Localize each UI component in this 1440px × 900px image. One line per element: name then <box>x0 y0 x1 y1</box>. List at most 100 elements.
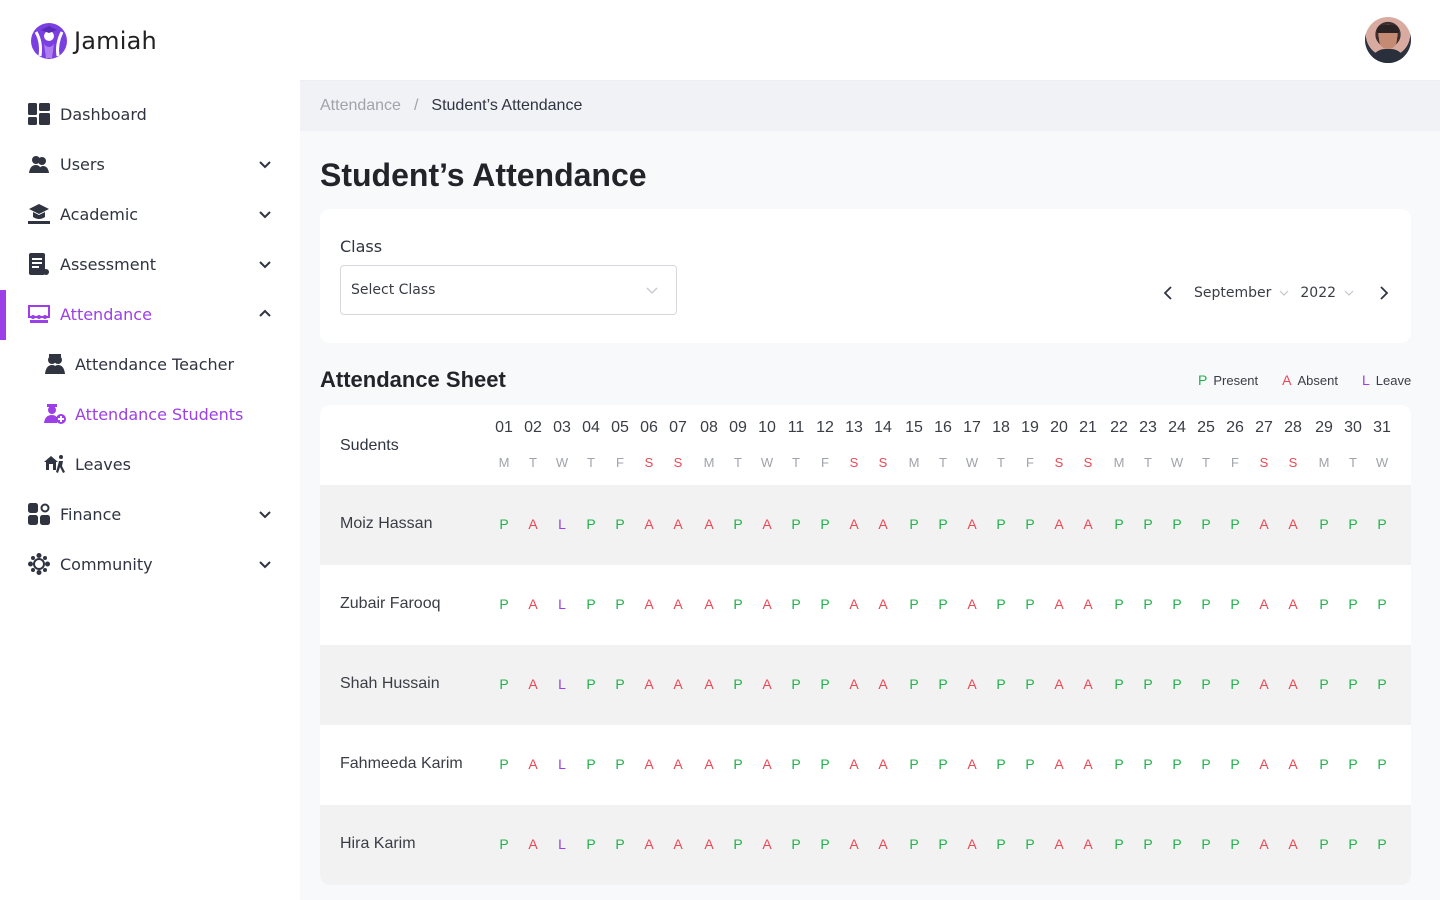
attendance-cell[interactable]: A <box>665 516 691 532</box>
attendance-cell[interactable]: P <box>607 516 633 532</box>
attendance-cell[interactable]: P <box>988 516 1014 532</box>
attendance-cell[interactable]: A <box>636 756 662 772</box>
attendance-cell[interactable]: P <box>1106 836 1132 852</box>
attendance-cell[interactable]: P <box>725 836 751 852</box>
attendance-cell[interactable]: P <box>1369 596 1395 612</box>
attendance-cell[interactable]: A <box>520 676 546 692</box>
attendance-cell[interactable]: A <box>696 756 722 772</box>
attendance-cell[interactable]: P <box>1369 676 1395 692</box>
attendance-cell[interactable]: A <box>870 516 896 532</box>
attendance-cell[interactable]: P <box>1340 516 1366 532</box>
attendance-cell[interactable]: P <box>1222 836 1248 852</box>
attendance-cell[interactable]: P <box>725 756 751 772</box>
attendance-cell[interactable]: P <box>578 836 604 852</box>
attendance-cell[interactable]: P <box>1340 756 1366 772</box>
attendance-cell[interactable]: A <box>754 676 780 692</box>
attendance-cell[interactable]: P <box>783 676 809 692</box>
attendance-cell[interactable]: P <box>930 596 956 612</box>
attendance-cell[interactable]: A <box>870 756 896 772</box>
attendance-cell[interactable]: A <box>636 596 662 612</box>
previous-month-button[interactable] <box>1156 281 1180 305</box>
attendance-cell[interactable]: P <box>1340 676 1366 692</box>
user-avatar[interactable] <box>1365 17 1411 63</box>
attendance-cell[interactable]: P <box>578 756 604 772</box>
attendance-cell[interactable]: P <box>988 676 1014 692</box>
attendance-cell[interactable]: A <box>754 756 780 772</box>
attendance-cell[interactable]: P <box>1164 516 1190 532</box>
attendance-cell[interactable]: A <box>665 676 691 692</box>
attendance-cell[interactable]: P <box>1164 596 1190 612</box>
attendance-cell[interactable]: P <box>491 836 517 852</box>
attendance-cell[interactable]: P <box>1135 756 1161 772</box>
attendance-cell[interactable]: A <box>841 676 867 692</box>
attendance-cell[interactable]: A <box>870 596 896 612</box>
attendance-cell[interactable]: P <box>1222 516 1248 532</box>
attendance-cell[interactable]: A <box>841 756 867 772</box>
attendance-cell[interactable]: A <box>1046 836 1072 852</box>
attendance-cell[interactable]: A <box>754 596 780 612</box>
attendance-cell[interactable]: P <box>1017 596 1043 612</box>
attendance-cell[interactable]: P <box>607 836 633 852</box>
attendance-cell[interactable]: P <box>1164 676 1190 692</box>
attendance-cell[interactable]: A <box>959 516 985 532</box>
attendance-cell[interactable]: P <box>725 596 751 612</box>
sidebar-subitem-attendance-teacher[interactable]: Attendance Teacher <box>0 339 300 389</box>
attendance-cell[interactable]: A <box>1280 756 1306 772</box>
attendance-cell[interactable]: P <box>901 516 927 532</box>
attendance-cell[interactable]: P <box>1106 596 1132 612</box>
year-select[interactable]: 2022 <box>1300 285 1354 301</box>
attendance-cell[interactable]: A <box>1251 596 1277 612</box>
attendance-cell[interactable]: P <box>1135 516 1161 532</box>
attendance-cell[interactable]: P <box>930 516 956 532</box>
attendance-cell[interactable]: A <box>870 836 896 852</box>
attendance-cell[interactable]: A <box>1046 596 1072 612</box>
month-select[interactable]: September <box>1194 285 1289 301</box>
attendance-cell[interactable]: P <box>988 596 1014 612</box>
attendance-cell[interactable]: A <box>1075 836 1101 852</box>
attendance-cell[interactable]: P <box>1164 756 1190 772</box>
sidebar-item-finance[interactable]: Finance <box>0 489 300 539</box>
attendance-cell[interactable]: A <box>841 516 867 532</box>
attendance-cell[interactable]: A <box>665 836 691 852</box>
attendance-cell[interactable]: P <box>901 756 927 772</box>
sidebar-item-dashboard[interactable]: Dashboard <box>0 89 300 139</box>
attendance-cell[interactable]: P <box>1369 516 1395 532</box>
attendance-cell[interactable]: P <box>901 836 927 852</box>
attendance-cell[interactable]: L <box>549 836 575 852</box>
attendance-cell[interactable]: P <box>1017 676 1043 692</box>
attendance-cell[interactable]: A <box>754 516 780 532</box>
attendance-cell[interactable]: P <box>1135 676 1161 692</box>
attendance-cell[interactable]: P <box>901 596 927 612</box>
attendance-cell[interactable]: A <box>1280 596 1306 612</box>
attendance-cell[interactable]: P <box>607 596 633 612</box>
sidebar-item-assessment[interactable]: Assessment <box>0 239 300 289</box>
attendance-cell[interactable]: A <box>1075 676 1101 692</box>
attendance-cell[interactable]: A <box>1046 516 1072 532</box>
attendance-cell[interactable]: A <box>1251 836 1277 852</box>
attendance-cell[interactable]: A <box>841 596 867 612</box>
attendance-cell[interactable]: P <box>930 836 956 852</box>
attendance-cell[interactable]: P <box>988 836 1014 852</box>
attendance-cell[interactable]: P <box>783 516 809 532</box>
attendance-cell[interactable]: A <box>520 516 546 532</box>
attendance-cell[interactable]: A <box>959 596 985 612</box>
attendance-cell[interactable]: P <box>988 756 1014 772</box>
attendance-cell[interactable]: P <box>783 596 809 612</box>
attendance-cell[interactable]: P <box>930 756 956 772</box>
attendance-cell[interactable]: P <box>783 756 809 772</box>
attendance-cell[interactable]: P <box>1311 596 1337 612</box>
attendance-cell[interactable]: A <box>1251 516 1277 532</box>
attendance-cell[interactable]: P <box>1135 836 1161 852</box>
attendance-cell[interactable]: P <box>812 516 838 532</box>
attendance-cell[interactable]: P <box>1106 676 1132 692</box>
attendance-cell[interactable]: P <box>607 756 633 772</box>
attendance-cell[interactable]: A <box>696 516 722 532</box>
attendance-cell[interactable]: P <box>1106 516 1132 532</box>
attendance-cell[interactable]: P <box>783 836 809 852</box>
attendance-cell[interactable]: P <box>578 676 604 692</box>
attendance-cell[interactable]: A <box>754 836 780 852</box>
attendance-cell[interactable]: P <box>1193 516 1219 532</box>
attendance-cell[interactable]: P <box>1017 836 1043 852</box>
attendance-cell[interactable]: A <box>959 756 985 772</box>
attendance-cell[interactable]: P <box>1311 836 1337 852</box>
